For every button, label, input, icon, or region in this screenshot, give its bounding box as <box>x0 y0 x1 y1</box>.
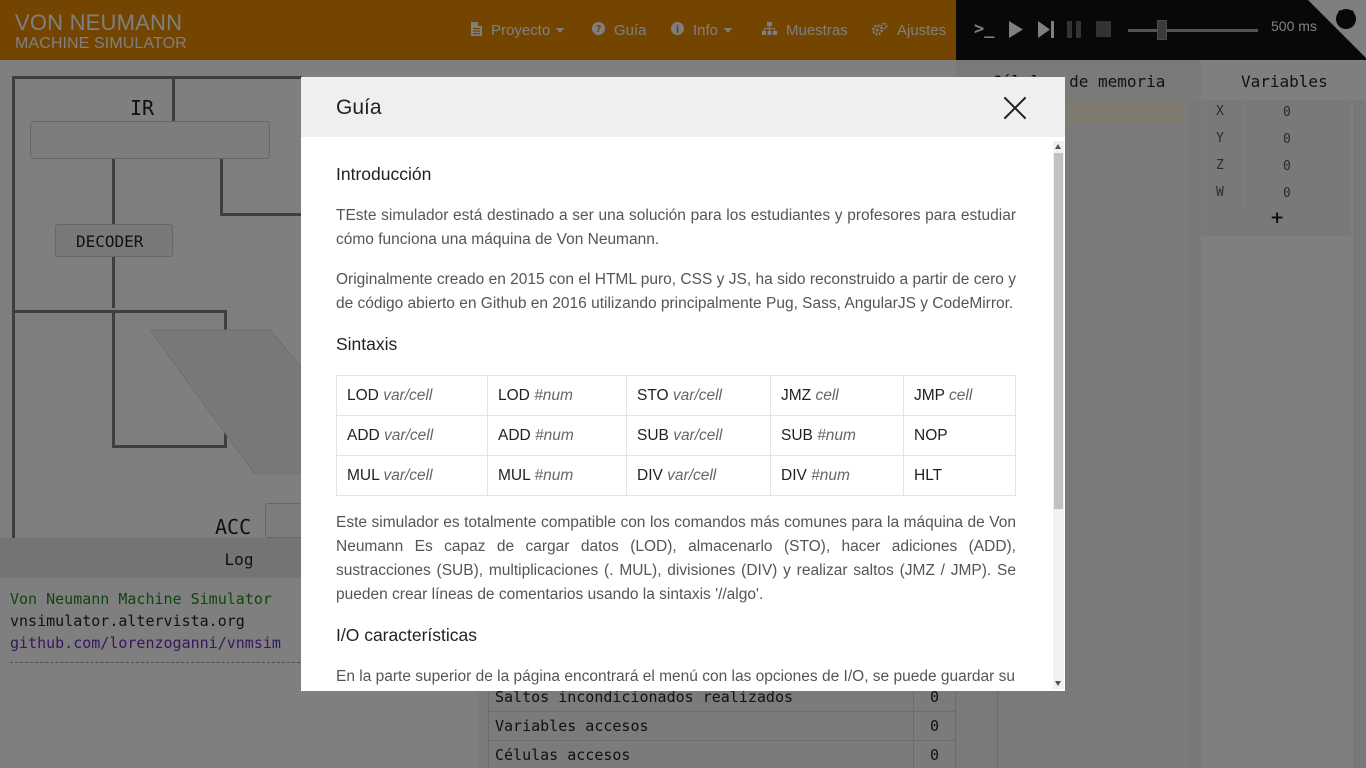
syntax-cell: LOD var/cell <box>336 375 488 416</box>
syntax-cell: JMZ cell <box>770 375 904 416</box>
opcode: SUB <box>637 426 669 444</box>
guide-modal: Guía Introducción TEste simulador está d… <box>301 77 1065 691</box>
io-paragraph: En la parte superior de la página encont… <box>336 668 1015 685</box>
operand: #num <box>817 426 856 444</box>
syntax-heading: Sintaxis <box>336 334 398 354</box>
opcode: MUL <box>498 466 531 484</box>
opcode: JMP <box>914 386 945 404</box>
syntax-cell: NOP <box>903 415 1016 456</box>
opcode: DIV <box>781 466 807 484</box>
syntax-cell: ADD #num <box>487 415 627 456</box>
scroll-down-icon[interactable] <box>1055 681 1061 686</box>
syntax-cell: DIV #num <box>770 455 904 496</box>
syntax-cell: ADD var/cell <box>336 415 488 456</box>
modal-content: Introducción TEste simulador está destin… <box>336 137 1016 691</box>
modal-title: Guía <box>336 96 382 119</box>
syntax-cell: JMP cell <box>903 375 1016 416</box>
opcode: JMZ <box>781 386 812 404</box>
modal-header: Guía <box>301 77 1065 137</box>
table-row: LOD var/cell LOD #num STO var/cell JMZ c… <box>336 375 1016 416</box>
operand: #num <box>811 466 850 484</box>
operand: #num <box>534 386 573 404</box>
table-row: MUL var/cell MUL #num DIV var/cell DIV #… <box>336 455 1016 496</box>
operand: #num <box>535 426 574 444</box>
intro-paragraph: TEste simulador está destinado a ser una… <box>336 207 1016 248</box>
scroll-up-icon[interactable] <box>1055 144 1061 149</box>
opcode: ADD <box>347 426 380 444</box>
syntax-cell: SUB var/cell <box>626 415 771 456</box>
syntax-paragraph: Este simulador es totalmente compatible … <box>336 514 1016 603</box>
syntax-cell: HLT <box>903 455 1016 496</box>
opcode: HLT <box>914 466 943 484</box>
intro-heading: Introducción <box>336 164 432 184</box>
operand: cell <box>949 386 973 404</box>
operand: cell <box>815 386 839 404</box>
table-row: ADD var/cell ADD #num SUB var/cell SUB #… <box>336 415 1016 456</box>
operand: var/cell <box>667 466 717 484</box>
opcode: SUB <box>781 426 813 444</box>
close-icon[interactable] <box>1001 94 1029 122</box>
syntax-cell: DIV var/cell <box>626 455 771 496</box>
syntax-cell: LOD #num <box>487 375 627 416</box>
opcode: LOD <box>347 386 379 404</box>
operand: #num <box>534 466 574 484</box>
syntax-cell: MUL var/cell <box>336 455 488 496</box>
syntax-cell: STO var/cell <box>626 375 771 416</box>
operand: var/cell <box>672 386 723 404</box>
opcode: DIV <box>637 466 663 484</box>
opcode: ADD <box>498 426 531 444</box>
syntax-table: LOD var/cell LOD #num STO var/cell JMZ c… <box>336 375 1016 496</box>
history-paragraph: Originalmente creado en 2015 con el HTML… <box>336 271 1016 312</box>
opcode: MUL <box>347 466 380 484</box>
operand: var/cell <box>383 466 433 484</box>
operand: var/cell <box>384 426 434 444</box>
modal-scrollbar[interactable] <box>1053 141 1064 689</box>
opcode: LOD <box>498 386 530 404</box>
io-heading: I/O características <box>336 625 478 645</box>
opcode: STO <box>637 386 669 404</box>
scrollbar-thumb[interactable] <box>1054 153 1063 509</box>
operand: var/cell <box>383 386 433 404</box>
operand: var/cell <box>673 426 723 444</box>
syntax-cell: MUL #num <box>487 455 627 496</box>
opcode: NOP <box>914 426 948 444</box>
syntax-cell: SUB #num <box>770 415 904 456</box>
